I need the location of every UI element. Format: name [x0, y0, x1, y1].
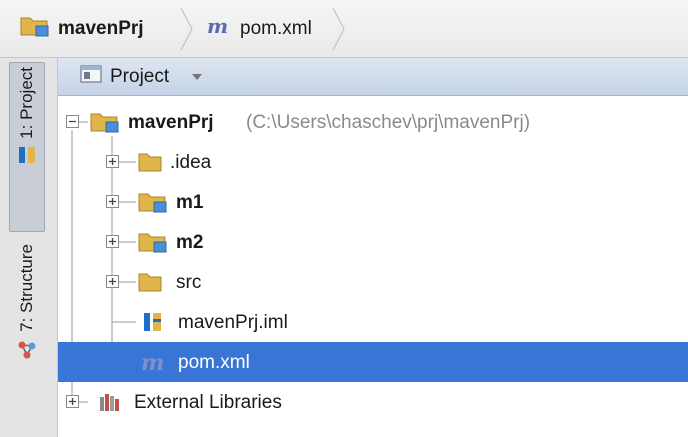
tool-tab-project-label: 1: Project	[17, 67, 36, 139]
project-view-label: Project	[110, 65, 170, 87]
folder-icon	[138, 151, 162, 179]
tree-node-root[interactable]: mavenPrj (C:\Users\chaschev\prj\mavenPrj…	[58, 102, 688, 142]
tool-tab-project[interactable]: 1: Project	[9, 62, 45, 232]
project-view-selector[interactable]: Project	[80, 64, 203, 90]
tree-node-iml[interactable]: mavenPrj.iml	[58, 302, 688, 342]
tree-node-m1[interactable]: m1	[58, 182, 688, 222]
project-view-icon	[80, 64, 102, 90]
breadcrumb-separator	[332, 8, 345, 50]
svg-text:m: m	[141, 351, 164, 375]
project-panel-header: Project	[58, 58, 688, 96]
maven-m-icon: m	[206, 14, 232, 44]
tree-node-label: src	[176, 272, 202, 293]
expand-toggle[interactable]	[66, 395, 79, 408]
tool-window-stripe: 1: Project 7: Structure	[0, 58, 58, 437]
expand-toggle[interactable]	[106, 235, 119, 248]
breadcrumb-separator	[180, 8, 193, 50]
tree-node-path: (C:\Users\chaschev\prj\mavenPrj)	[246, 112, 531, 133]
module-folder-icon	[20, 14, 50, 44]
expand-toggle[interactable]	[106, 155, 119, 168]
tree-node-label: m2	[176, 232, 204, 253]
tree-node-idea[interactable]: .idea	[58, 142, 688, 182]
svg-text:m: m	[207, 14, 228, 38]
module-folder-icon	[138, 231, 168, 259]
expand-toggle[interactable]	[106, 195, 119, 208]
expand-toggle[interactable]	[106, 275, 119, 288]
tree-node-label: .idea	[170, 152, 212, 173]
chevron-down-icon	[191, 66, 203, 88]
breadcrumb-item-project[interactable]: mavenPrj	[20, 0, 144, 58]
tree-node-label: mavenPrj	[128, 112, 214, 133]
maven-m-icon: m	[140, 350, 170, 381]
tool-tab-structure[interactable]: 7: Structure	[9, 236, 45, 426]
tree-node-label: m1	[176, 192, 204, 213]
navigation-breadcrumb: mavenPrj m pom.xml	[0, 0, 688, 58]
project-tree[interactable]: mavenPrj (C:\Users\chaschev\prj\mavenPrj…	[58, 96, 688, 437]
breadcrumb-label-pom: pom.xml	[240, 18, 312, 39]
collapse-toggle[interactable]	[66, 115, 79, 128]
intellij-module-icon	[17, 145, 37, 170]
tree-node-m2[interactable]: m2	[58, 222, 688, 262]
module-folder-icon	[138, 191, 168, 219]
tool-tab-structure-label: 7: Structure	[17, 244, 36, 332]
library-icon	[98, 391, 122, 419]
breadcrumb-label-project: mavenPrj	[58, 18, 144, 39]
tree-node-pom[interactable]: m pom.xml	[58, 342, 688, 382]
tree-node-src[interactable]: src	[58, 262, 688, 302]
breadcrumb-item-pom[interactable]: m pom.xml	[206, 0, 312, 58]
folder-icon	[138, 271, 162, 299]
tree-node-external-libraries[interactable]: External Libraries	[58, 382, 688, 422]
iml-file-icon	[142, 311, 164, 339]
tree-node-label: External Libraries	[134, 392, 282, 413]
structure-icon	[17, 340, 37, 365]
module-folder-icon	[90, 111, 120, 139]
tree-node-label: mavenPrj.iml	[178, 312, 288, 333]
tree-node-label: pom.xml	[178, 352, 250, 373]
